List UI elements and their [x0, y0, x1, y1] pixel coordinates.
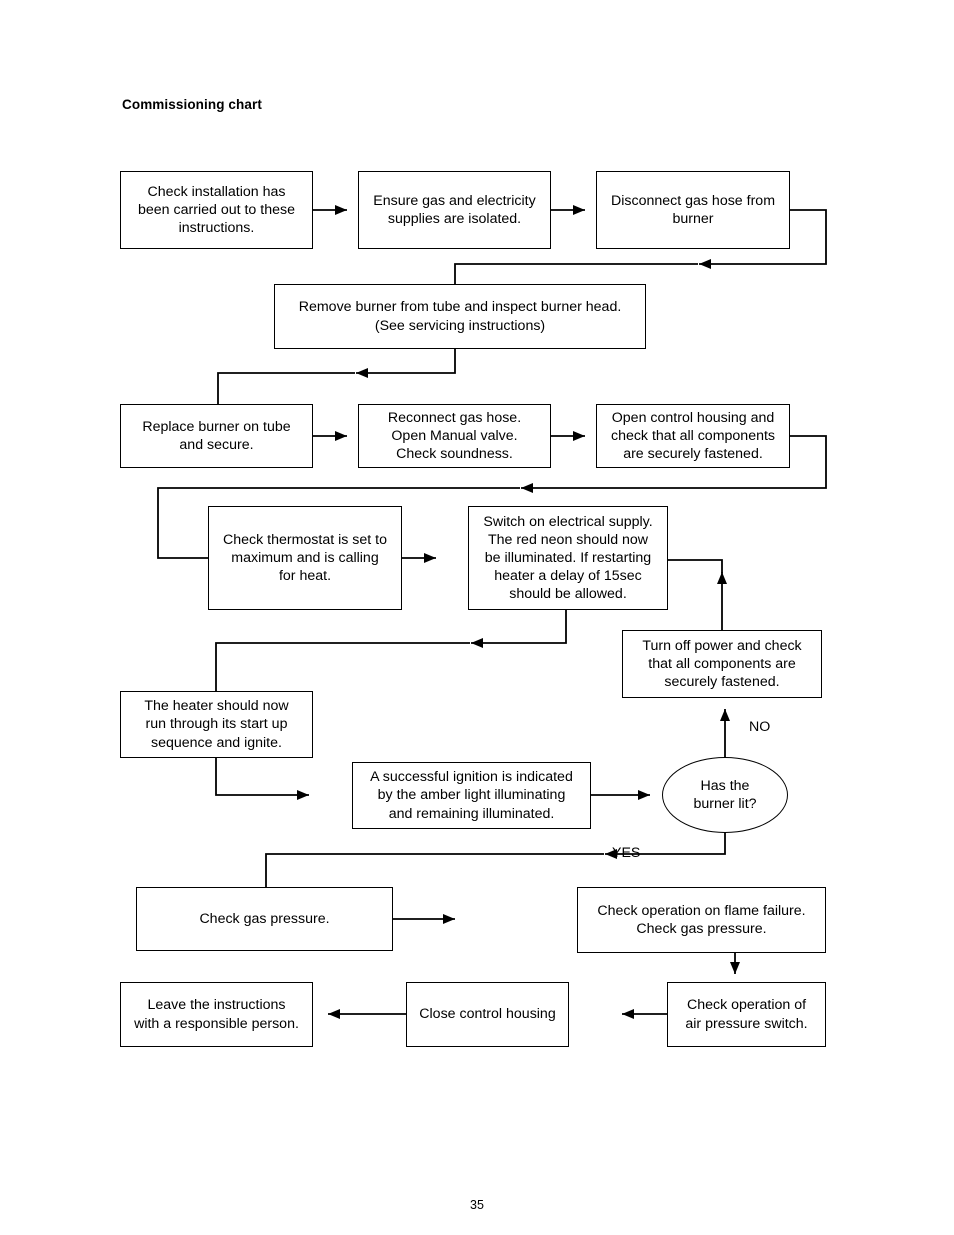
node-text: Check operation on flame failure. Check …	[597, 902, 806, 937]
node-check-gas-pressure[interactable]: Check gas pressure.	[136, 887, 393, 951]
node-text: A successful ignition is indicated by th…	[370, 769, 573, 822]
node-text: Check operation of air pressure switch.	[685, 997, 808, 1032]
node-reconnect-gas-hose[interactable]: Reconnect gas hose. Open Manual valve. C…	[358, 404, 551, 468]
edge-label-no: NO	[749, 719, 771, 735]
edge-n11-n12	[215, 758, 309, 800]
node-text: Disconnect gas hose from burner	[610, 192, 776, 227]
node-text: Check gas pressure.	[199, 910, 330, 927]
node-check-thermostat[interactable]: Check thermostat is set to maximum and i…	[208, 506, 402, 610]
node-text: Check installation has been carried out …	[138, 183, 295, 237]
node-text: Leave the instructions with a responsibl…	[134, 997, 299, 1032]
node-decision-burner-lit[interactable]: Has the burner lit?	[662, 757, 788, 833]
node-remove-burner[interactable]: Remove burner from tube and inspect burn…	[274, 284, 646, 349]
node-text: Remove burner from tube and inspect burn…	[298, 299, 622, 334]
node-close-control-housing[interactable]: Close control housing	[406, 982, 569, 1047]
edge-label-yes: YES	[612, 845, 641, 861]
node-disconnect-gas-hose[interactable]: Disconnect gas hose from burner	[596, 171, 790, 249]
node-check-installation[interactable]: Check installation has been carried out …	[120, 171, 313, 249]
node-check-flame-failure[interactable]: Check operation on flame failure. Check …	[577, 887, 826, 953]
node-text: Switch on electrical supply. The red neo…	[483, 513, 653, 603]
node-text: Turn off power and check that all compon…	[642, 637, 802, 691]
page-canvas: Commissioning chart Check installation h…	[0, 0, 954, 1235]
page-number: 35	[470, 1198, 484, 1212]
node-ensure-supplies-isolated[interactable]: Ensure gas and electricity supplies are …	[358, 171, 551, 249]
edge-n4-n5-seg2	[217, 372, 355, 404]
node-successful-ignition[interactable]: A successful ignition is indicated by th…	[352, 762, 591, 829]
node-switch-on-electrical-supply[interactable]: Switch on electrical supply. The red neo…	[468, 506, 668, 610]
edge-n9-n11-seg1	[471, 609, 567, 648]
edge-n10-n9-seg2	[668, 559, 723, 573]
node-turn-off-power[interactable]: Turn off power and check that all compon…	[622, 630, 822, 698]
edge-n13-n14-seg2	[265, 853, 604, 887]
edge-n4-n5-seg1	[356, 349, 456, 378]
node-text: Close control housing	[419, 1006, 556, 1023]
node-text: Ensure gas and electricity supplies are …	[373, 192, 536, 227]
node-open-control-housing[interactable]: Open control housing and check that all …	[596, 404, 790, 468]
node-leave-instructions[interactable]: Leave the instructions with a responsibl…	[120, 982, 313, 1047]
node-check-air-pressure-switch[interactable]: Check operation of air pressure switch.	[667, 982, 826, 1047]
edge-n9-n11-seg2	[215, 642, 470, 691]
node-replace-burner[interactable]: Replace burner on tube and secure.	[120, 404, 313, 468]
node-text: The heater should now run through its st…	[144, 698, 289, 751]
node-text: Check thermostat is set to maximum and i…	[222, 531, 387, 585]
edge-n3-n4-seg2	[454, 263, 698, 284]
node-text: Replace burner on tube and secure.	[142, 418, 291, 453]
node-text: Has the burner lit?	[693, 777, 757, 812]
node-heater-start-up[interactable]: The heater should now run through its st…	[120, 691, 313, 758]
node-text: Open control housing and check that all …	[610, 409, 776, 463]
node-text: Reconnect gas hose. Open Manual valve. C…	[387, 409, 522, 463]
